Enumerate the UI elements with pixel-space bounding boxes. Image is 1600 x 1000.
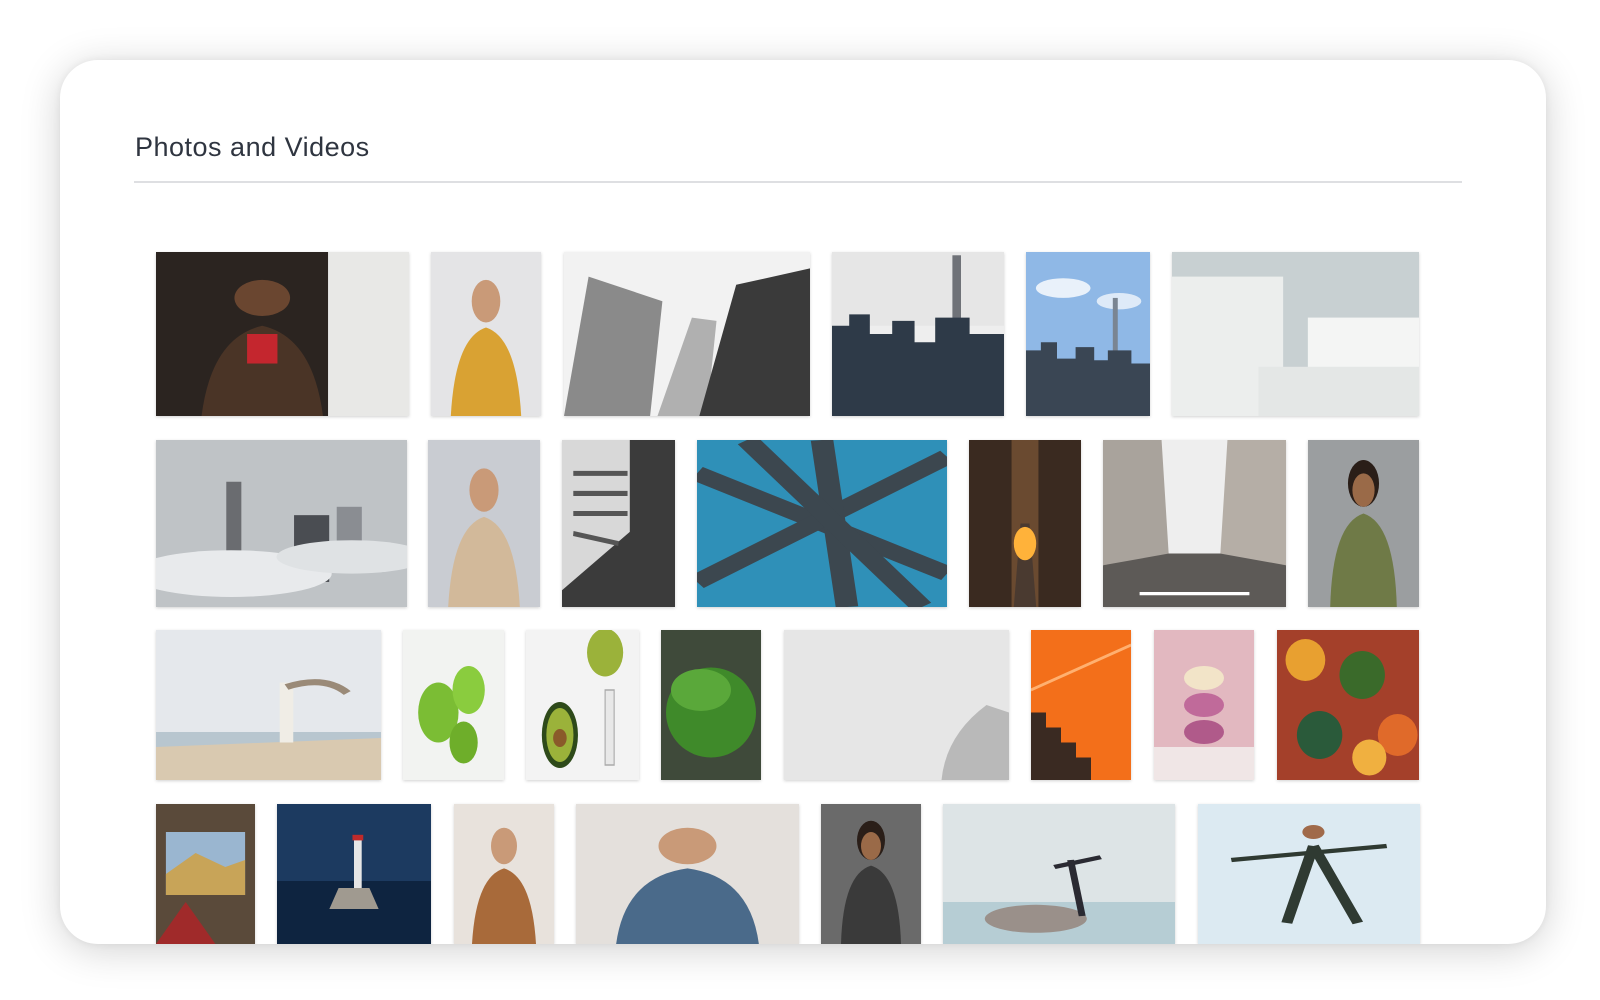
thumbnail-image [1026,252,1150,416]
gallery-thumbnail-woman-smiling-brown-blazer[interactable] [454,804,554,944]
gallery-thumbnail-portrait-woman-leather-jacket[interactable] [156,252,409,416]
gallery-thumbnail-city-skyline-transparent-bg[interactable] [832,252,1004,416]
gallery-thumbnail-autumn-forest-aerial[interactable] [1277,630,1419,780]
gallery-thumbnail-yoga-pose-sky[interactable] [1198,804,1420,944]
thumbnail-image [156,252,409,416]
gallery-thumbnail-yoga-by-the-sea[interactable] [943,804,1175,944]
gallery-thumbnail-woman-workout-back[interactable] [821,804,921,944]
thumbnail-image [1172,252,1419,416]
gallery-thumbnail-city-skyline-blue-sky[interactable] [1026,252,1150,416]
gallery-thumbnail-empty-street-transparent-sky[interactable] [1103,440,1286,607]
gallery-thumbnail-woman-on-beach-with-scarf[interactable] [156,630,381,780]
thumbnail-image [576,804,799,944]
thumbnail-image [428,440,540,607]
gallery-thumbnail-black-white-building-lines[interactable] [562,440,675,607]
thumbnail-image [1031,630,1131,780]
thumbnail-image [562,440,675,607]
gallery-thumbnail-grey-concrete-cloth[interactable] [784,630,1009,780]
thumbnail-image [821,804,921,944]
thumbnail-image [784,630,1009,780]
thumbnail-image [454,804,554,944]
gallery-thumbnail-lighthouse-coast-night[interactable] [277,804,431,944]
gallery-thumbnail-avocado-halves[interactable] [526,630,639,780]
thumbnail-image [1103,440,1286,607]
gallery-thumbnail-pink-macarons[interactable] [1154,630,1254,780]
gallery-thumbnail-orange-wall-staircase[interactable] [1031,630,1131,780]
thumbnail-image [697,440,947,607]
gallery-thumbnail-steel-bridge-beams-blue-sky[interactable] [697,440,947,607]
gallery-thumbnail-green-apples[interactable] [403,630,504,780]
thumbnail-image [431,252,541,416]
thumbnail-image [277,804,431,944]
thumbnail-image [661,630,761,780]
thumbnail-image [832,252,1004,416]
thumbnail-image [156,804,255,944]
gallery-thumbnail-woman-denim-jacket-plants[interactable] [576,804,799,944]
thumbnail-image [156,440,407,607]
gallery-thumbnail-man-beige-jacket[interactable] [428,440,540,607]
gallery-thumbnail-car-window-mountain-view[interactable] [156,804,255,944]
thumbnail-image [156,630,381,780]
thumbnail-image [1308,440,1419,607]
gallery-thumbnail-white-geometric-blocks[interactable] [1172,252,1419,416]
thumbnail-image [1198,804,1420,944]
thumbnail-image [1154,630,1254,780]
photos-videos-panel: Photos and Videos [60,60,1546,944]
gallery-thumbnail-city-above-clouds[interactable] [156,440,407,607]
thumbnail-image [969,440,1081,607]
gallery-thumbnail-leafy-greens[interactable] [661,630,761,780]
gallery-thumbnail-woman-yellow-coat-brick-wall[interactable] [431,252,541,416]
thumbnail-image [526,630,639,780]
thumbnail-image [1277,630,1419,780]
thumbnail-image [564,252,810,416]
thumbnail-image [403,630,504,780]
media-gallery [60,60,1546,944]
gallery-thumbnail-city-sunset-street[interactable] [969,440,1081,607]
gallery-thumbnail-man-green-sweater[interactable] [1308,440,1419,607]
thumbnail-image [943,804,1175,944]
gallery-thumbnail-skyscrapers-looking-up-bw[interactable] [564,252,810,416]
